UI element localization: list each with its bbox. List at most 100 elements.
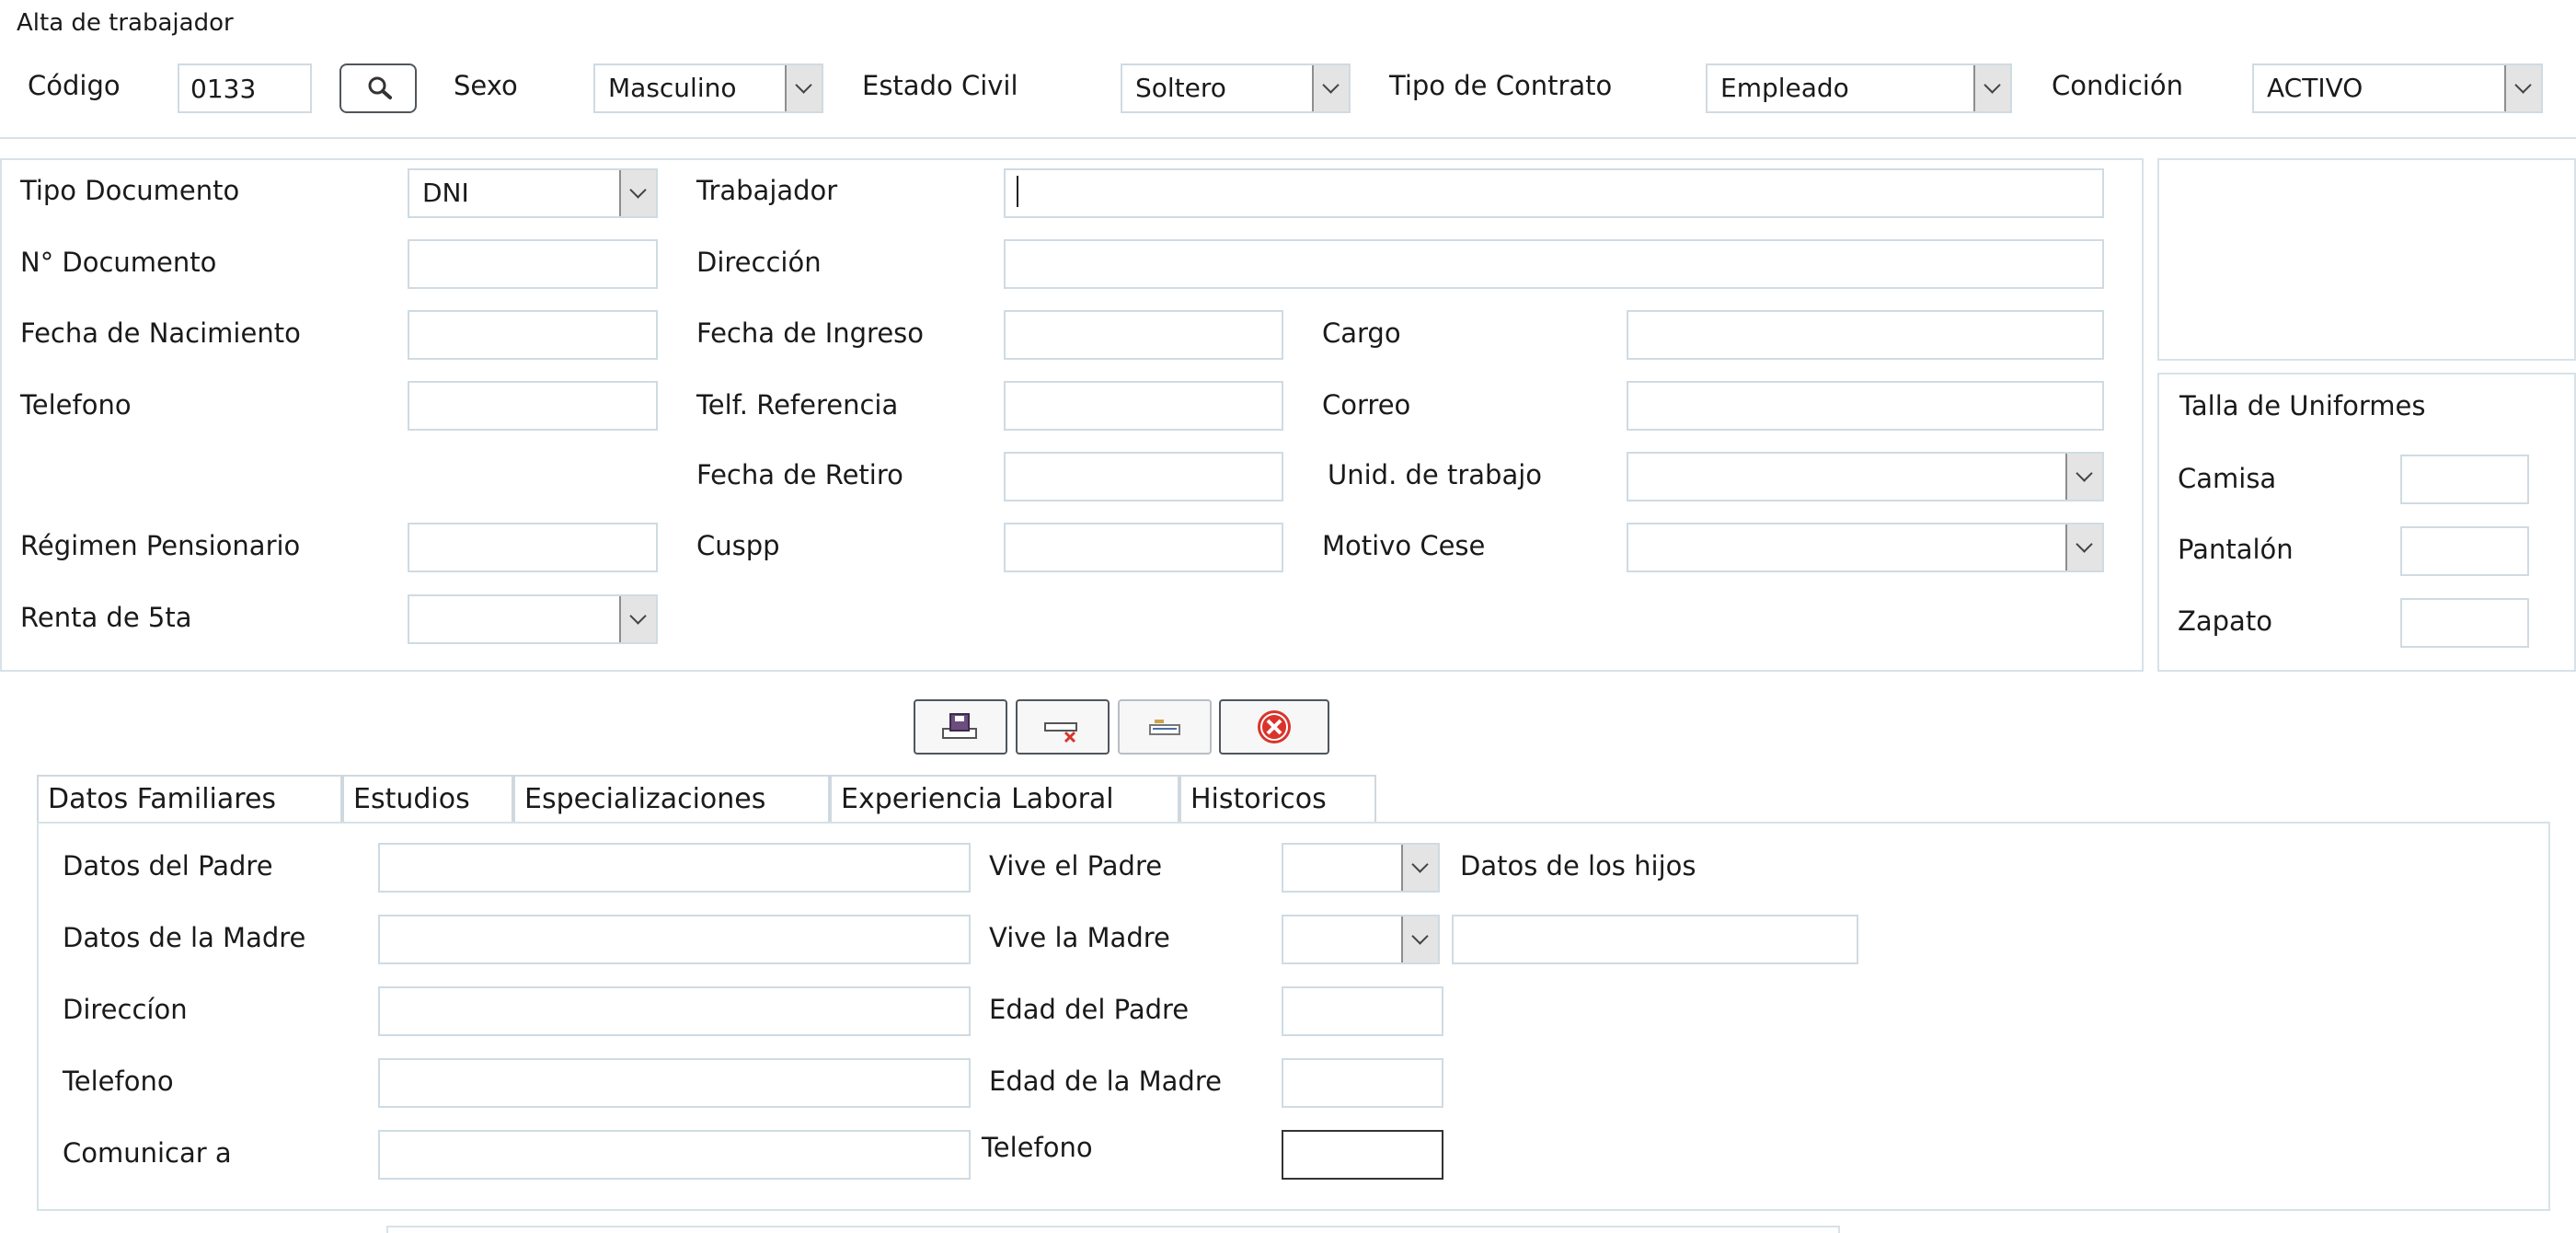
estado-civil-select[interactable]: Soltero <box>1121 63 1351 113</box>
zapato-input[interactable] <box>2400 598 2529 648</box>
codigo-label: Código <box>28 70 121 101</box>
header-divider <box>0 137 2576 139</box>
condicion-value: ACTIVO <box>2267 73 2363 103</box>
comunicar-label: Comunicar a <box>63 1137 232 1169</box>
unid-trabajo-label: Unid. de trabajo <box>1328 459 1543 490</box>
telefono-label: Telefono <box>20 389 132 421</box>
n-documento-label: N° Documento <box>20 247 217 278</box>
text-cursor <box>1017 176 1018 207</box>
photo-panel[interactable] <box>2157 158 2576 361</box>
save-button[interactable] <box>914 699 1007 755</box>
direccion-input[interactable] <box>1004 239 2104 289</box>
chevron-down-icon[interactable] <box>1401 916 1438 962</box>
edad-padre-input[interactable] <box>1282 986 1443 1036</box>
tab-especializaciones[interactable]: Especializaciones <box>513 775 830 823</box>
pantalon-label: Pantalón <box>2178 534 2294 565</box>
unid-trabajo-select[interactable] <box>1627 452 2104 501</box>
sexo-value: Masculino <box>608 73 737 103</box>
renta-label: Renta de 5ta <box>20 602 192 633</box>
madre-label: Datos de la Madre <box>63 922 306 953</box>
vive-madre-select[interactable] <box>1282 915 1440 964</box>
cargo-input[interactable] <box>1627 310 2104 360</box>
padre-label: Datos del Padre <box>63 850 273 882</box>
tipo-contrato-value: Empleado <box>1720 73 1849 103</box>
chevron-down-icon[interactable] <box>2504 65 2541 111</box>
correo-label: Correo <box>1322 389 1411 421</box>
chevron-down-icon[interactable] <box>1312 65 1349 111</box>
fecha-nacimiento-input[interactable] <box>408 310 658 360</box>
chevron-down-icon[interactable] <box>1401 845 1438 891</box>
close-button[interactable] <box>1219 699 1329 755</box>
fecha-retiro-label: Fecha de Retiro <box>696 459 903 490</box>
tipo-documento-label: Tipo Documento <box>20 175 240 206</box>
estado-civil-value: Soltero <box>1135 73 1226 103</box>
save-icon <box>942 713 977 739</box>
pantalon-input[interactable] <box>2400 526 2529 576</box>
n-documento-input[interactable] <box>408 239 658 289</box>
print-icon <box>1149 720 1180 735</box>
madre-input[interactable] <box>378 915 971 964</box>
regimen-label: Régimen Pensionario <box>20 530 301 561</box>
bottom-field-edge <box>386 1226 1840 1233</box>
window-title: Alta de trabajador <box>17 9 234 37</box>
condicion-select[interactable]: ACTIVO <box>2252 63 2543 113</box>
tab-estudios[interactable]: Estudios <box>342 775 513 823</box>
delete-button[interactable] <box>1016 699 1110 755</box>
padre-input[interactable] <box>378 843 971 893</box>
codigo-input[interactable] <box>178 63 312 113</box>
trabajador-input[interactable] <box>1004 168 2104 218</box>
telf-referencia-label: Telf. Referencia <box>696 389 899 421</box>
chevron-down-icon[interactable] <box>785 65 822 111</box>
familia-telefono-label: Telefono <box>63 1066 174 1097</box>
motivo-cese-label: Motivo Cese <box>1322 530 1486 561</box>
fecha-ingreso-input[interactable] <box>1004 310 1283 360</box>
direccion-label: Dirección <box>696 247 822 278</box>
condicion-label: Condición <box>2052 70 2183 101</box>
vive-madre-label: Vive la Madre <box>989 922 1170 953</box>
fecha-retiro-input[interactable] <box>1004 452 1283 501</box>
telefono-input[interactable] <box>408 381 658 431</box>
correo-input[interactable] <box>1627 381 2104 431</box>
regimen-input[interactable] <box>408 523 658 572</box>
print-button[interactable] <box>1118 699 1212 755</box>
camisa-input[interactable] <box>2400 455 2529 504</box>
comunicar-input[interactable] <box>378 1130 971 1180</box>
chevron-down-icon[interactable] <box>619 170 656 216</box>
familia-telefono2-label: Telefono <box>982 1132 1093 1163</box>
tipo-documento-select[interactable]: DNI <box>408 168 658 218</box>
search-icon <box>368 76 392 99</box>
uniformes-title: Talla de Uniformes <box>2179 390 2426 421</box>
telf-referencia-input[interactable] <box>1004 381 1283 431</box>
camisa-label: Camisa <box>2178 463 2277 494</box>
tab-experiencia-laboral[interactable]: Experiencia Laboral <box>830 775 1179 823</box>
close-icon <box>1258 710 1291 743</box>
estado-civil-label: Estado Civil <box>862 70 1018 101</box>
cuspp-input[interactable] <box>1004 523 1283 572</box>
sexo-select[interactable]: Masculino <box>593 63 823 113</box>
motivo-cese-select[interactable] <box>1627 523 2104 572</box>
edad-madre-input[interactable] <box>1282 1058 1443 1108</box>
zapato-label: Zapato <box>2178 605 2272 637</box>
tipo-contrato-select[interactable]: Empleado <box>1706 63 2012 113</box>
familia-direccion-input[interactable] <box>378 986 971 1036</box>
familia-direccion-label: Direccíon <box>63 994 188 1025</box>
search-button[interactable] <box>339 63 417 113</box>
renta-select[interactable] <box>408 594 658 644</box>
fecha-nacimiento-label: Fecha de Nacimiento <box>20 317 301 349</box>
edad-padre-label: Edad del Padre <box>989 994 1190 1025</box>
chevron-down-icon[interactable] <box>619 596 656 642</box>
tipo-documento-value: DNI <box>422 178 469 208</box>
tab-historicos[interactable]: Historicos <box>1179 775 1376 823</box>
hijos-input[interactable] <box>1452 915 1858 964</box>
chevron-down-icon[interactable] <box>2065 524 2102 570</box>
delete-icon <box>1044 722 1077 743</box>
hijos-label: Datos de los hijos <box>1460 850 1696 882</box>
tab-datos-familiares[interactable]: Datos Familiares <box>37 775 342 823</box>
familia-telefono-input[interactable] <box>378 1058 971 1108</box>
vive-padre-select[interactable] <box>1282 843 1440 893</box>
trabajador-label: Trabajador <box>696 175 838 206</box>
chevron-down-icon[interactable] <box>2065 454 2102 500</box>
cargo-label: Cargo <box>1322 317 1401 349</box>
familia-telefono2-input[interactable] <box>1282 1130 1443 1180</box>
chevron-down-icon[interactable] <box>1973 65 2010 111</box>
